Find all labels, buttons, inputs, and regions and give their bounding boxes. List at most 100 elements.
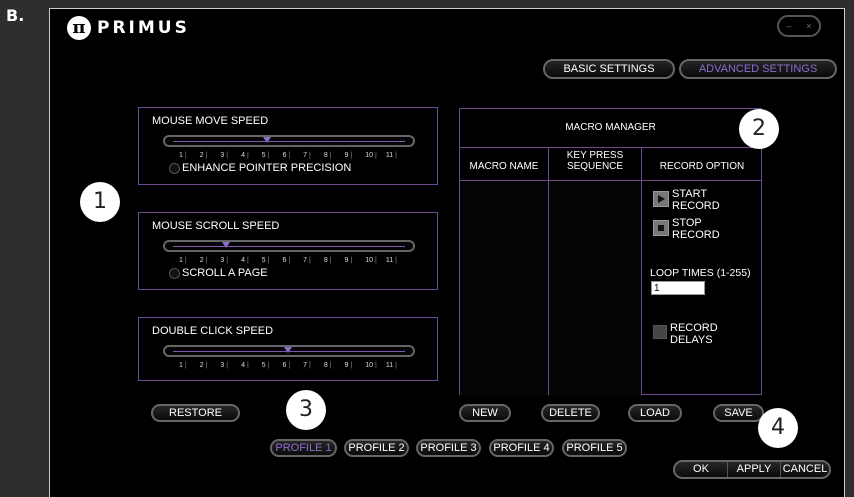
tick-label: 4 [241, 362, 262, 369]
double-click-speed-slider[interactable] [163, 345, 415, 357]
scroll-a-page-label: SCROLL A PAGE [182, 267, 268, 279]
double-click-speed-ticks: 1234567891011 [179, 362, 407, 369]
tick-label: 3 [220, 152, 241, 159]
tick-label: 11 [386, 362, 407, 369]
tick-label: 3 [220, 362, 241, 369]
save-macro-button[interactable]: SAVE [713, 404, 764, 422]
double-click-speed-label: DOUBLE CLICK SPEED [152, 325, 274, 337]
tick-label: 9 [345, 362, 366, 369]
loop-times-label: LOOP TIMES (1-255) [650, 267, 751, 279]
slider-thumb[interactable] [263, 137, 271, 143]
mouse-scroll-speed-label: MOUSE SCROLL SPEED [152, 220, 280, 232]
scroll-a-page-radio[interactable] [169, 268, 180, 279]
callout-1: 1 [80, 182, 120, 222]
tick-label: 11 [386, 152, 407, 159]
tick-label: 11 [386, 257, 407, 264]
start-record-button[interactable] [653, 191, 669, 207]
restore-button[interactable]: RESTORE [151, 404, 240, 422]
delete-macro-button[interactable]: DELETE [541, 404, 600, 422]
ok-button[interactable]: OK [675, 462, 727, 477]
tick-label: 8 [324, 362, 345, 369]
profile-5-button[interactable]: PROFILE 5 [562, 439, 627, 457]
tick-label: 7 [303, 362, 324, 369]
callout-2: 2 [739, 109, 779, 149]
panel-label: B. [6, 6, 25, 25]
tab-basic-settings[interactable]: BASIC SETTINGS [543, 59, 675, 79]
mouse-move-speed-group: MOUSE MOVE SPEED 1234567891011 ENHANCE P… [138, 107, 438, 185]
mouse-scroll-speed-slider[interactable] [163, 240, 415, 252]
start-record-label: START RECORD [672, 188, 720, 212]
tick-label: 6 [282, 362, 303, 369]
load-macro-button[interactable]: LOAD [628, 404, 682, 422]
tick-label: 7 [303, 257, 324, 264]
mouse-scroll-speed-group: MOUSE SCROLL SPEED 1234567891011 SCROLL … [138, 212, 438, 290]
play-icon [658, 195, 665, 203]
minimize-icon[interactable]: – [786, 21, 791, 31]
tick-label: 9 [345, 257, 366, 264]
stop-record-label: STOP RECORD [672, 217, 720, 241]
macro-manager-panel: MACRO MANAGER MACRO NAME KEY PRESS SEQUE… [459, 108, 762, 395]
tick-label: 6 [282, 152, 303, 159]
profile-1-button[interactable]: PROFILE 1 [270, 439, 337, 457]
tick-label: 2 [200, 152, 221, 159]
record-delays-label: RECORD DELAYS [670, 322, 718, 346]
tick-label: 4 [241, 152, 262, 159]
macro-name-column: MACRO NAME [460, 147, 549, 395]
profile-2-button[interactable]: PROFILE 2 [344, 439, 409, 457]
loop-times-input[interactable] [651, 281, 705, 295]
tick-label: 1 [179, 257, 200, 264]
macro-name-list[interactable] [460, 180, 548, 395]
key-press-sequence-column: KEY PRESS SEQUENCE [549, 147, 642, 395]
tick-label: 1 [179, 152, 200, 159]
tick-label: 2 [200, 362, 221, 369]
macro-name-header: MACRO NAME [469, 161, 539, 172]
new-macro-button[interactable]: NEW [459, 404, 511, 422]
macro-manager-title: MACRO MANAGER [565, 122, 656, 133]
mouse-move-speed-label: MOUSE MOVE SPEED [152, 115, 269, 127]
mouse-scroll-speed-ticks: 1234567891011 [179, 257, 407, 264]
tick-label: 8 [324, 257, 345, 264]
record-option-header: RECORD OPTION [659, 161, 745, 172]
tick-label: 10 [365, 362, 386, 369]
mouse-move-speed-ticks: 1234567891011 [179, 152, 407, 159]
callout-4: 4 [758, 408, 798, 448]
mouse-move-speed-slider[interactable] [163, 135, 415, 147]
sequence-header: SEQUENCE [566, 161, 624, 172]
divider [460, 180, 761, 181]
dialog-button-group: OK APPLY CANCEL [673, 460, 831, 479]
tab-advanced-settings[interactable]: ADVANCED SETTINGS [679, 59, 837, 79]
tick-label: 5 [262, 152, 283, 159]
stop-record-button[interactable] [653, 220, 669, 236]
logo-icon: π [67, 16, 91, 40]
profile-4-button[interactable]: PROFILE 4 [489, 439, 554, 457]
slider-thumb[interactable] [284, 347, 292, 353]
tick-label: 10 [365, 152, 386, 159]
title-bar: π PRIMUS – × [50, 9, 844, 55]
tick-label: 7 [303, 152, 324, 159]
tick-label: 5 [262, 257, 283, 264]
tick-label: 8 [324, 152, 345, 159]
apply-button[interactable]: APPLY [727, 462, 780, 477]
tick-label: 1 [179, 362, 200, 369]
window-controls: – × [777, 15, 821, 37]
double-click-speed-group: DOUBLE CLICK SPEED 1234567891011 [138, 317, 438, 381]
tick-label: 5 [262, 362, 283, 369]
tick-label: 3 [220, 257, 241, 264]
close-icon[interactable]: × [806, 21, 811, 31]
key-press-sequence-list[interactable] [549, 180, 641, 395]
callout-3: 3 [286, 390, 326, 430]
tick-label: 2 [200, 257, 221, 264]
slider-thumb[interactable] [222, 242, 230, 248]
enhance-pointer-precision-radio[interactable] [169, 163, 180, 174]
key-press-header: KEY PRESS [566, 150, 624, 161]
profile-3-button[interactable]: PROFILE 3 [416, 439, 481, 457]
tick-label: 9 [345, 152, 366, 159]
tick-label: 6 [282, 257, 303, 264]
stop-icon [658, 225, 664, 231]
record-delays-checkbox[interactable] [653, 325, 667, 339]
tick-label: 10 [365, 257, 386, 264]
enhance-pointer-precision-label: ENHANCE POINTER PRECISION [182, 162, 352, 174]
tick-label: 4 [241, 257, 262, 264]
app-window: π PRIMUS – × BASIC SETTINGS ADVANCED SET… [49, 8, 845, 497]
cancel-button[interactable]: CANCEL [780, 462, 829, 477]
